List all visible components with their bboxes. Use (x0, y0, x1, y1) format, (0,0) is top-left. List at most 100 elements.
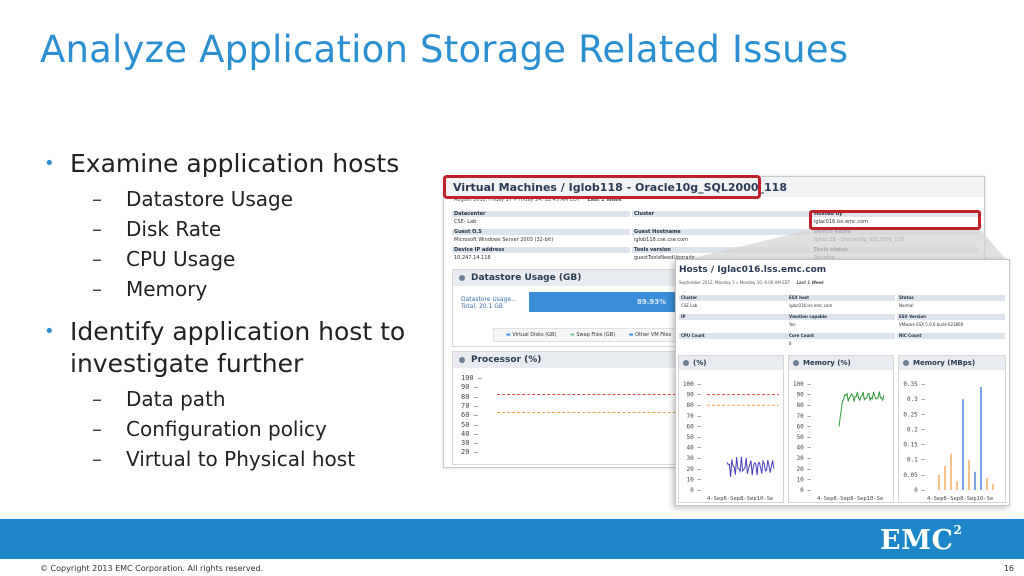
field-value: iglob118.cse.cse.com (634, 237, 689, 243)
y-tick-label: 10 – (797, 476, 812, 483)
y-tick-label: 20 – (461, 448, 478, 457)
dash-icon: – (92, 387, 102, 411)
legend-label: Swap Files (GB) (576, 332, 616, 338)
sub-bullet: – Configuration policy (44, 414, 434, 444)
y-tick-label: 40 – (797, 445, 812, 452)
chart-icon (683, 360, 689, 366)
y-tick-label: 90 – (687, 392, 702, 399)
copyright-text: © Copyright 2013 EMC Corporation. All ri… (40, 564, 264, 573)
field-label: Status (897, 295, 1005, 301)
y-tick-label: 100 – (793, 381, 811, 388)
memory-pct-chart-title: Memory (%) (803, 359, 851, 367)
sub-bullet-text: Datastore Usage (126, 187, 294, 211)
y-tick-label: 50 – (461, 420, 478, 429)
dash-icon: – (92, 187, 102, 211)
memory-pct-chart: 100 – 90 – 80 – 70 – 60 – 50 – 40 – 30 – 20 – 10 … (793, 381, 885, 502)
legend-swatch-icon: ▬ (628, 332, 634, 338)
y-tick-label: 0.3 – (907, 396, 925, 403)
page-number: 16 (1003, 564, 1014, 573)
cpu-chart-title: (%) (693, 359, 707, 367)
dash-icon: – (92, 247, 102, 271)
memory-mbps-chart-title: Memory (MBps) (913, 359, 976, 367)
dash-icon: – (92, 417, 102, 441)
legend-swatch-icon: ▬ (570, 332, 575, 338)
y-tick-label: 0.1 – (907, 457, 925, 464)
bullet-item: • Examine application hosts (44, 148, 434, 180)
sub-bullet-text: Virtual to Physical host (126, 447, 356, 471)
y-tick-label: 0.05 – (903, 472, 925, 479)
x-tick-labels: 4-Sep6-Sep8-Sep10-Se (927, 496, 993, 502)
sub-bullet-text: Memory (126, 277, 208, 301)
datastore-percent: 89.93% (637, 298, 667, 306)
sub-bullet-text: Data path (126, 387, 226, 411)
legend-label: Virtual Disks (GB) (512, 332, 557, 338)
y-tick-label: 100 – (683, 381, 701, 388)
y-tick-label: 80 – (461, 392, 478, 401)
field-label: ESX Version (897, 314, 1005, 320)
host-date-range: September 2012, Monday 3 » Monday 10, 6:… (679, 280, 824, 285)
chart-icon (459, 357, 465, 363)
field-value: CSE Lab (681, 303, 698, 308)
field-value: 10.247.14.118 (454, 255, 491, 261)
emc-logo: EMC2 (880, 523, 963, 556)
y-tick-label: 0 – (690, 487, 701, 494)
field-value: CSE- Lab (454, 219, 477, 225)
field-value: Yes (789, 322, 796, 327)
y-tick-label: 50 – (687, 434, 702, 441)
field-label: Core Count (787, 333, 895, 339)
y-tick-label: 30 – (687, 455, 702, 462)
y-tick-label: 70 – (687, 413, 702, 420)
dash-icon: – (92, 217, 102, 241)
hosted-by-highlight (809, 210, 981, 230)
datastore-title: Datastore Usage (GB) (471, 273, 582, 283)
sub-bullet: – Disk Rate (44, 214, 434, 244)
host-range-label[interactable]: Last 1 Week (796, 280, 823, 285)
y-tick-label: 0 – (914, 487, 925, 494)
y-tick-label: 70 – (461, 401, 478, 410)
y-tick-label: 80 – (797, 402, 812, 409)
y-tick-label: 0 – (800, 487, 811, 494)
field-label: ESX host (787, 295, 895, 301)
y-tick-label: 80 – (687, 402, 702, 409)
field-label: Vmotion capable (787, 314, 895, 320)
y-tick-label: 60 – (687, 423, 702, 430)
y-tick-label: 0.15 – (903, 442, 925, 449)
sub-bullet: – Data path (44, 384, 434, 414)
y-tick-label: 90 – (461, 383, 478, 392)
field-label: IP (679, 314, 787, 320)
y-tick-label: 0.2 – (907, 426, 925, 433)
x-tick-labels: 4-Sep6-Sep8-Sep10-Se (817, 496, 883, 502)
field-label: NIC Count (897, 333, 1005, 339)
y-tick-label: 70 – (797, 413, 812, 420)
chart-icon (459, 275, 465, 281)
y-tick-label: 50 – (797, 434, 812, 441)
bullet-list: • Examine application hosts – Datastore U… (44, 148, 434, 474)
y-tick-label: 10 – (687, 476, 702, 483)
y-tick-label: 20 – (687, 466, 702, 473)
y-tick-label: 30 – (461, 439, 478, 448)
sub-bullet: – Virtual to Physical host (44, 444, 434, 474)
field-label: CPU Count (679, 333, 787, 339)
field-value: Iglob118 - Oracle10g_SQL2000_118 (814, 237, 904, 243)
field-label: Guest Hostname (632, 229, 810, 235)
y-tick-label: 30 – (797, 455, 812, 462)
field-value: Microsoft Windows Server 2003 (32-bit) (454, 237, 554, 243)
chart-icon (903, 360, 909, 366)
sub-bullet-text: Configuration policy (126, 417, 327, 441)
y-tick-label: 0.35 – (903, 381, 925, 388)
datastore-summary: Datastore Usage... Total: 20.1 GB (461, 296, 517, 310)
field-label: Datacenter (452, 211, 630, 217)
bullet-dot-icon: • (44, 321, 55, 342)
field-label: Device IP address (452, 247, 630, 253)
field-value: iglac016.lss.emc.com (789, 303, 833, 308)
sub-bullet-text: Disk Rate (126, 217, 222, 241)
slide-title: Analyze Application Storage Related Issu… (40, 28, 849, 71)
legend-label: Other VM Files (635, 332, 672, 338)
cpu-chart-panel: (%) 100 – 90 – 80 – 70 – 60 – 50 – 40 – 30 – 20 … (678, 355, 784, 503)
sub-bullet: – Memory (44, 274, 434, 304)
host-window-title: Hosts / Iglac016.lss.emc.com (679, 265, 827, 275)
y-tick-label: 40 – (687, 445, 702, 452)
cpu-chart: 100 – 90 – 80 – 70 – 60 – 50 – 40 – 30 – 20 – 10 … (683, 381, 779, 502)
y-tick-label: 40 – (461, 429, 478, 438)
y-tick-label: 90 – (797, 392, 812, 399)
